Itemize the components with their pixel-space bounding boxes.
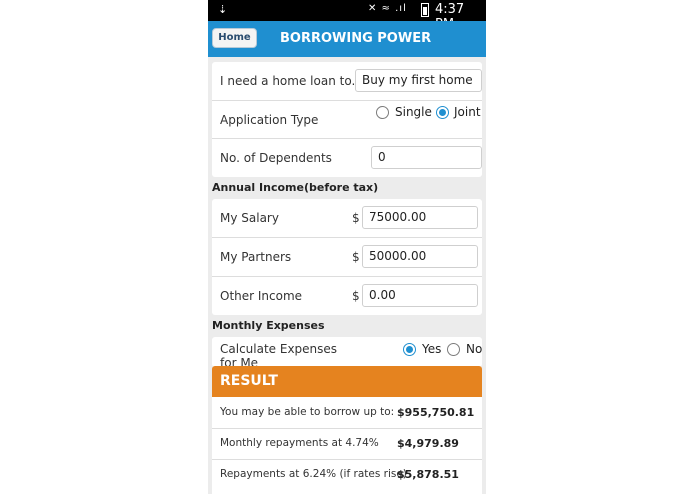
salary-label: My Salary — [220, 211, 279, 225]
result-value: $4,979.89 — [397, 437, 459, 450]
phone-screen: ⇣ ✕ ≈ .ıl 4:37 PM Home BORROWING POWER I… — [208, 0, 486, 494]
calc-expenses-label: Calculate Expenses for Me — [220, 342, 338, 367]
loan-purpose-row: I need a home loan to... Buy my first ho… — [212, 62, 482, 101]
result-value: $5,878.51 — [397, 468, 459, 481]
partner-input[interactable]: 50000.00 — [362, 245, 478, 268]
partner-row: My Partners $ 50000.00 — [212, 237, 482, 277]
result-label: Monthly repayments at 4.74% — [220, 437, 379, 449]
result-title: RESULT — [220, 373, 278, 389]
partner-label: My Partners — [220, 250, 292, 264]
result-card: You may be able to borrow up to: $955,75… — [212, 397, 482, 494]
salary-row: My Salary $ 75000.00 — [212, 199, 482, 238]
expenses-card: Calculate Expenses for Me Yes No — [212, 337, 482, 367]
no-radio[interactable] — [447, 343, 460, 356]
application-type-row: Application Type Single Joint — [212, 100, 482, 139]
single-radio[interactable] — [376, 106, 389, 119]
loan-card: I need a home loan to... Buy my first ho… — [212, 62, 482, 177]
result-row: You may be able to borrow up to: $955,75… — [212, 397, 482, 429]
usb-icon: ⇣ — [218, 3, 228, 16]
loan-purpose-select[interactable]: Buy my first home — [355, 69, 482, 92]
other-income-label: Other Income — [220, 289, 303, 303]
no-radio-label[interactable]: No — [466, 342, 482, 356]
other-income-input[interactable]: 0.00 — [362, 284, 478, 307]
salary-currency: $ — [352, 211, 360, 225]
income-heading: Annual Income(before tax) — [212, 181, 379, 194]
salary-input[interactable]: 75000.00 — [362, 206, 478, 229]
dependents-row: No. of Dependents 0 — [212, 138, 482, 177]
result-row: Repayments at 6.24% (if rates rise) $5,8… — [212, 459, 482, 490]
loan-purpose-label: I need a home loan to... — [220, 74, 363, 88]
dependents-input[interactable]: 0 — [371, 146, 482, 169]
signal-icons: ✕ ≈ .ıl — [368, 3, 407, 14]
result-label: You may be able to borrow up to: — [220, 406, 395, 418]
joint-radio[interactable] — [436, 106, 449, 119]
status-bar: ⇣ ✕ ≈ .ıl 4:37 PM — [208, 0, 486, 32]
home-button[interactable]: Home — [212, 28, 257, 48]
result-row: Monthly repayments at 4.74% $4,979.89 — [212, 428, 482, 460]
income-card: My Salary $ 75000.00 My Partners $ 50000… — [212, 199, 482, 315]
other-income-row: Other Income $ 0.00 — [212, 276, 482, 315]
result-value: $955,750.81 — [397, 406, 475, 419]
app-bar: Home BORROWING POWER — [208, 21, 486, 57]
battery-icon — [421, 3, 429, 17]
page-title: BORROWING POWER — [280, 31, 432, 46]
application-type-label: Application Type — [220, 113, 319, 127]
partner-currency: $ — [352, 250, 360, 264]
expenses-heading: Monthly Expenses — [212, 319, 325, 332]
result-header: RESULT — [212, 366, 482, 397]
result-label: Repayments at 6.24% (if rates rise) — [220, 468, 407, 480]
single-radio-label[interactable]: Single — [395, 105, 432, 119]
dependents-label: No. of Dependents — [220, 151, 332, 165]
joint-radio-label[interactable]: Joint — [454, 105, 481, 119]
other-income-currency: $ — [352, 289, 360, 303]
yes-radio-label[interactable]: Yes — [422, 342, 441, 356]
yes-radio[interactable] — [403, 343, 416, 356]
